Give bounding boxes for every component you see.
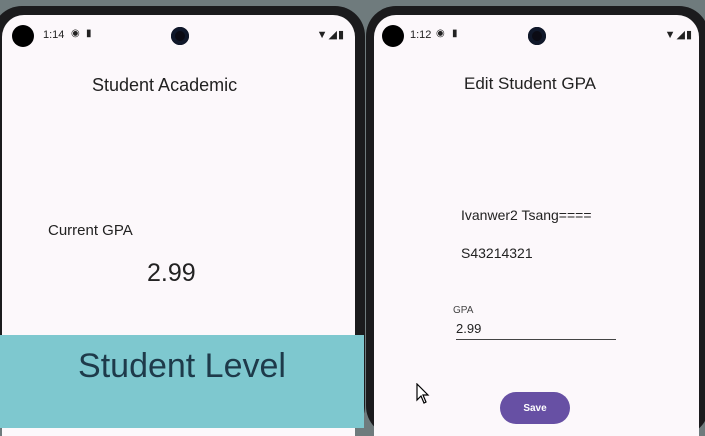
page-title: Edit Student GPA [464, 74, 596, 93]
current-gpa-label: Current GPA [48, 222, 133, 239]
right-phone-frame: 1:12 ◉ ▮ ▼◢▮ Edit Student GPA Ivanwer2 T… [366, 6, 705, 436]
page-title: Student Academic [92, 75, 238, 95]
status-time: 1:12 [410, 29, 432, 41]
current-gpa-value: 2.99 [147, 259, 196, 287]
front-camera [528, 27, 546, 45]
circle-notification-icon: ◉ [71, 28, 80, 39]
camera-cutout [12, 25, 34, 47]
status-bar: 1:12 ◉ ▮ ▼◢▮ [374, 15, 699, 49]
gpa-input[interactable] [456, 321, 616, 340]
save-button[interactable]: Save [500, 392, 570, 424]
front-camera [171, 27, 189, 45]
camera-cutout [382, 25, 404, 47]
gpa-field-label: GPA [453, 305, 474, 316]
circle-notification-icon: ◉ [436, 28, 445, 39]
mouse-pointer-icon [416, 383, 430, 404]
student-id: S43214321 [461, 245, 533, 261]
sim-card-icon: ▮ [452, 28, 458, 39]
sim-card-icon: ▮ [86, 28, 92, 39]
status-bar: 1:14 ◉ ▮ ▼◢▮ [2, 15, 355, 49]
banner-text: Student Level [78, 347, 286, 385]
system-status-icons: ▼◢▮ [316, 29, 345, 41]
status-time: 1:14 [43, 29, 65, 41]
student-name: Ivanwer2 Tsang==== [461, 207, 592, 223]
student-level-banner: Student Level [0, 335, 364, 428]
right-phone-screen: 1:12 ◉ ▮ ▼◢▮ Edit Student GPA Ivanwer2 T… [374, 15, 699, 436]
system-status-icons: ▼◢▮ [664, 29, 693, 41]
